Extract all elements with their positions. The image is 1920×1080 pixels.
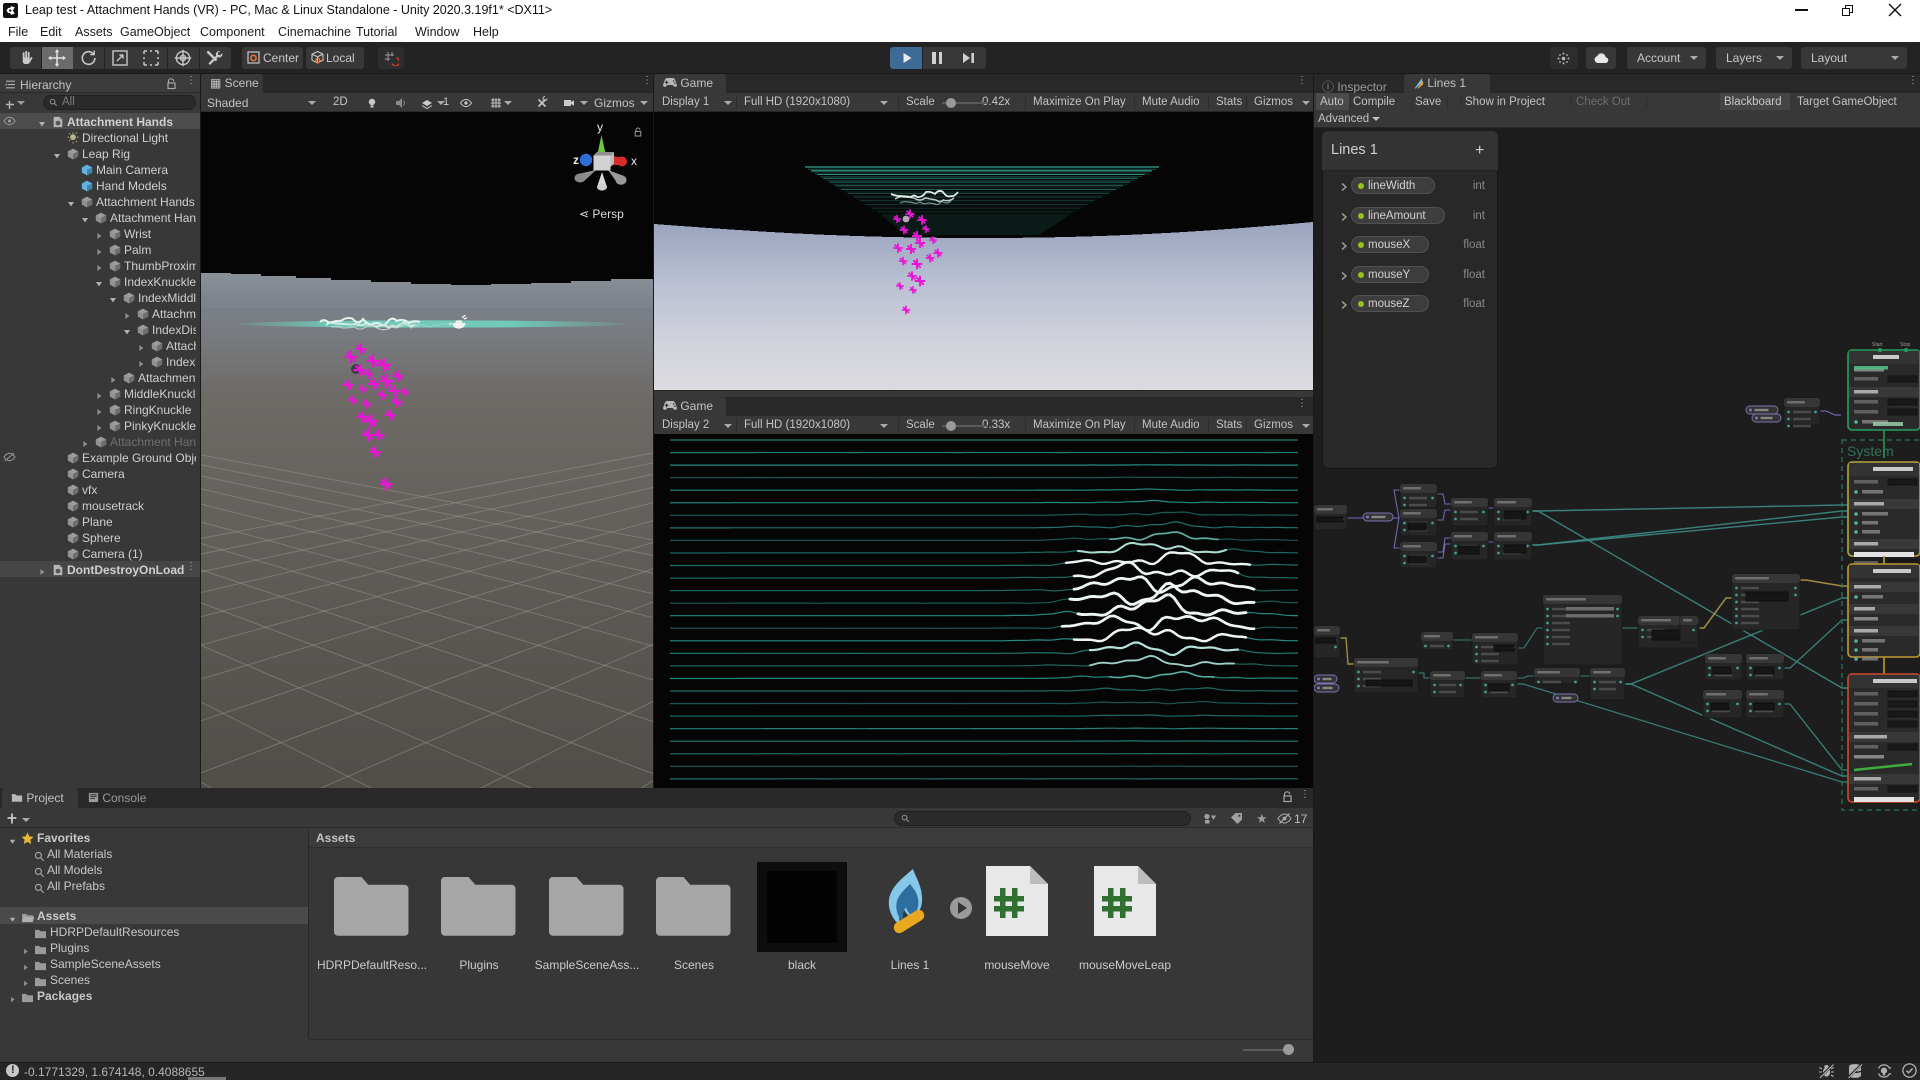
- svg-text:y: y: [597, 120, 603, 134]
- svg-text:Stop: Stop: [1900, 342, 1911, 348]
- svg-text:System: System: [1847, 443, 1894, 459]
- svg-text:z: z: [573, 153, 579, 167]
- svg-text:x: x: [631, 154, 637, 168]
- svg-text:Start: Start: [1872, 342, 1883, 348]
